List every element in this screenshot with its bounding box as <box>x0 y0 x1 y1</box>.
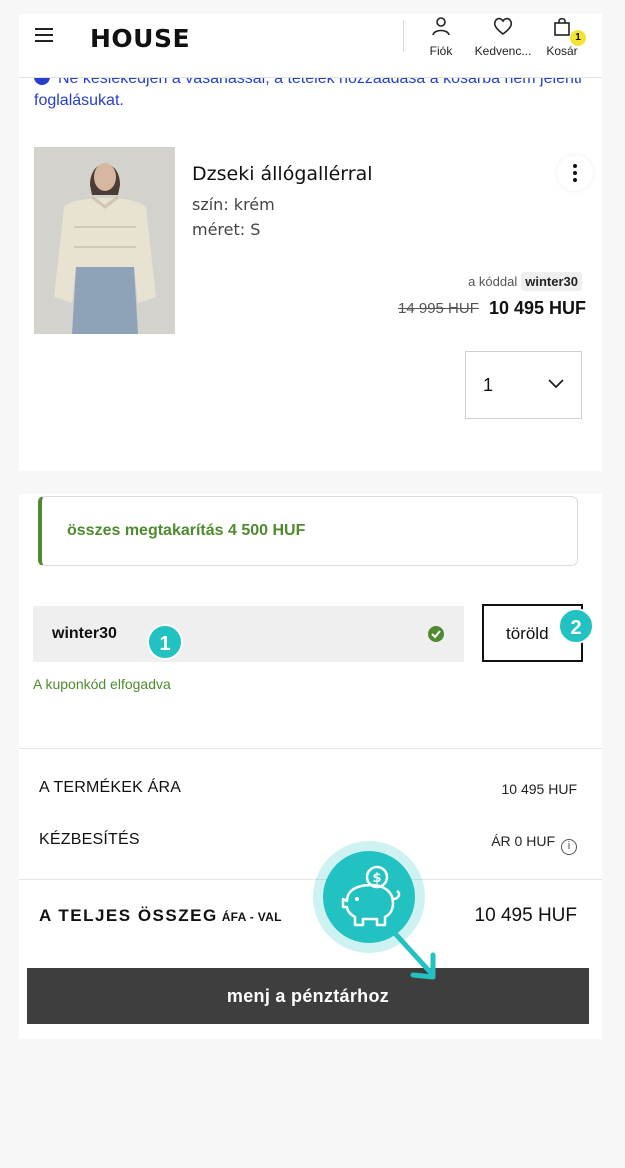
products-price-label: A TERMÉKEK ÁRA <box>39 779 182 796</box>
divider <box>19 748 602 749</box>
summary-panel <box>19 494 602 1039</box>
more-options-icon[interactable] <box>557 155 593 191</box>
checkout-button[interactable]: menj a pénztárhoz <box>27 968 589 1024</box>
bag-icon <box>554 17 570 36</box>
check-icon <box>428 626 444 642</box>
code-tag: winter30 <box>521 272 582 291</box>
top-header: HOUSE Fiók Kedvenc... Kosár 1 <box>19 14 602 78</box>
delivery-label: KÉZBESÍTÉS <box>39 831 140 848</box>
account-label: Fiók <box>429 44 453 58</box>
product-image[interactable] <box>34 147 175 334</box>
delete-coupon-label: töröld <box>506 624 549 643</box>
coupon-accepted-text: A kuponkód elfogadva <box>33 676 171 692</box>
cart-count-badge: 1 <box>570 30 586 46</box>
delivery-value: ÁR 0 HUF i <box>491 833 577 855</box>
step-marker-2: 2 <box>558 608 594 644</box>
favorites-label: Kedvenc... <box>474 44 532 58</box>
chevron-down-icon <box>548 379 564 389</box>
divider <box>19 879 602 880</box>
delivery-price: ÁR 0 HUF <box>491 833 555 849</box>
quantity-value: 1 <box>483 375 494 395</box>
products-price-value: 10 495 HUF <box>501 781 577 797</box>
step-marker-1: 1 <box>147 624 183 660</box>
applied-code-line: a kóddal winter30 <box>468 272 582 291</box>
new-price: 10 495 HUF <box>489 298 587 318</box>
total-value: 10 495 HUF <box>474 905 577 926</box>
heart-icon <box>493 17 513 36</box>
savings-box: összes megtakarítás 4 500 HUF <box>38 496 578 566</box>
header-divider <box>403 20 404 52</box>
logo[interactable]: HOUSE <box>90 24 190 53</box>
user-icon <box>432 17 450 36</box>
cart-label: Kosár <box>546 44 578 58</box>
info-icon[interactable]: i <box>561 839 577 855</box>
coupon-input[interactable]: winter30 <box>33 606 464 662</box>
total-label: A TELJES ÖSSZEG ÁFA - VAL <box>39 906 282 926</box>
quantity-select[interactable]: 1 <box>465 351 582 419</box>
svg-text:$: $ <box>372 871 381 886</box>
cart-button[interactable]: Kosár 1 <box>543 16 586 58</box>
arrow-icon <box>388 926 436 980</box>
favorites-button[interactable]: Kedvenc... <box>467 16 539 58</box>
coupon-value: winter30 <box>52 625 117 642</box>
total-label-text: A TELJES ÖSSZEG <box>39 906 218 925</box>
menu-icon[interactable] <box>35 28 53 42</box>
account-button[interactable]: Fiók <box>421 16 461 58</box>
old-price: 14 995 HUF <box>398 300 479 317</box>
total-vat-suffix: ÁFA - VAL <box>221 910 282 924</box>
product-size: méret: S <box>192 220 261 239</box>
savings-text: összes megtakarítás 4 500 HUF <box>67 522 306 539</box>
product-color: szín: krém <box>192 195 275 214</box>
product-name[interactable]: Dzseki állógallérral <box>192 163 373 185</box>
jacket-photo <box>34 147 175 334</box>
checkout-label: menj a pénztárhoz <box>226 986 390 1006</box>
code-prefix: a kóddal <box>468 274 518 289</box>
